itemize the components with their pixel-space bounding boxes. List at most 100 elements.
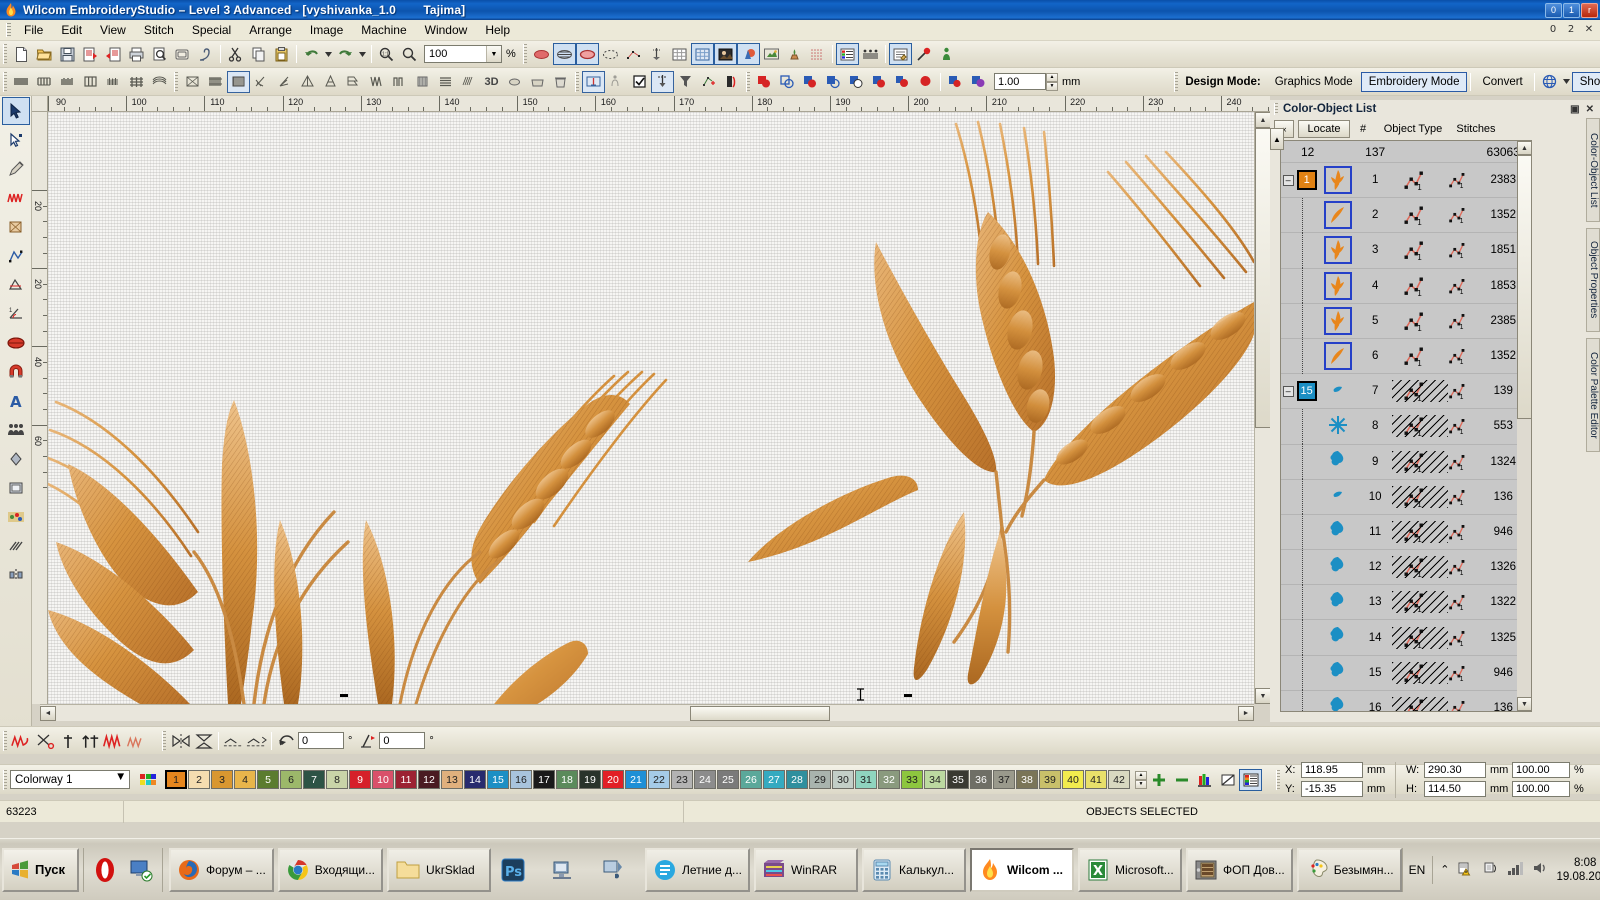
- back-minus-front-icon[interactable]: [868, 71, 891, 93]
- palette-swatch-25[interactable]: 25: [717, 770, 739, 789]
- print-icon[interactable]: [125, 43, 148, 65]
- skew-angle-field[interactable]: 0: [379, 732, 426, 749]
- object-row[interactable]: 5 1 1 2385: [1281, 303, 1531, 339]
- w-field[interactable]: 290.30: [1424, 762, 1486, 778]
- blue-small-icon[interactable]: [1326, 483, 1350, 510]
- panel-side-tabs[interactable]: Color-Object List Object Properties Colo…: [1586, 118, 1600, 458]
- sidetab-object-properties[interactable]: Object Properties: [1586, 228, 1600, 332]
- document-window-controls[interactable]: 0 2 ✕: [1545, 23, 1600, 37]
- scroll-left-button[interactable]: ◄: [40, 706, 56, 721]
- stitch-red2-icon[interactable]: [125, 730, 148, 752]
- multi-hoop-icon[interactable]: [859, 43, 882, 65]
- palette-swatch-10[interactable]: 10: [372, 770, 394, 789]
- object-thumbnail[interactable]: [1319, 413, 1359, 440]
- wheat-ear-icon[interactable]: [1324, 166, 1353, 195]
- tie-in-icon[interactable]: [56, 730, 79, 752]
- stipple-icon[interactable]: [457, 71, 480, 93]
- toolbar-grip-6[interactable]: [746, 71, 750, 92]
- object-row[interactable]: –1 1 1 1 2383: [1281, 163, 1531, 199]
- chevron-down-icon[interactable]: ▼: [115, 771, 129, 788]
- ellipse-filled-icon[interactable]: [575, 43, 599, 65]
- undo-dropdown-icon[interactable]: [323, 43, 334, 65]
- undo-icon[interactable]: [300, 43, 323, 65]
- zoom-level-value[interactable]: 100: [425, 48, 486, 60]
- zigzag-icon[interactable]: [365, 71, 388, 93]
- vertical-ruler[interactable]: 20 20 40 60: [32, 112, 48, 704]
- mirror-merge2-icon[interactable]: [245, 730, 268, 752]
- blue-star-icon[interactable]: [1326, 413, 1350, 440]
- row-tree-cell[interactable]: [1281, 514, 1319, 550]
- color-list-icon[interactable]: [1239, 768, 1262, 791]
- palette-swatch-12[interactable]: 12: [418, 770, 440, 789]
- intersect-icon[interactable]: [799, 71, 822, 93]
- stitch-view-icon[interactable]: [552, 43, 576, 65]
- menu-window[interactable]: Window: [416, 21, 477, 39]
- blue-flower-icon[interactable]: [1326, 448, 1350, 475]
- appliqué-icon[interactable]: [736, 43, 760, 65]
- object-thumbnail[interactable]: [1319, 448, 1359, 475]
- expand-collapse-toggle[interactable]: –: [1282, 385, 1294, 397]
- cross-stitch-icon[interactable]: [125, 71, 148, 93]
- menu-file[interactable]: File: [15, 21, 52, 39]
- figure-icon[interactable]: [605, 71, 628, 93]
- pen-tool[interactable]: [2, 155, 30, 183]
- mirror-h-icon[interactable]: [169, 730, 192, 752]
- zoom-icon[interactable]: [398, 43, 421, 65]
- color-palette[interactable]: 1 2 3 4 5 6 7 8 9 10 11 12 13 14 15 16 17 18 19 20 21 22 23 24 2…: [165, 770, 1131, 789]
- palette-swatch-14[interactable]: 14: [464, 770, 486, 789]
- arrow-up-icon[interactable]: ⌃: [1440, 863, 1449, 876]
- row-tree-cell[interactable]: [1281, 620, 1319, 656]
- taskbar-item[interactable]: WinRAR: [754, 847, 859, 892]
- triple-run-icon[interactable]: [33, 71, 56, 93]
- radial-icon[interactable]: [319, 71, 342, 93]
- wheat-spike-icon[interactable]: [1324, 306, 1353, 335]
- palette-swatch-34[interactable]: 34: [924, 770, 946, 789]
- palette-swatch-8[interactable]: 8: [326, 770, 348, 789]
- palette-stepper-down[interactable]: ▼: [1135, 779, 1147, 789]
- convert-button[interactable]: Convert: [1474, 72, 1530, 92]
- blue-flower5-icon[interactable]: [1326, 624, 1350, 651]
- taskbar-item[interactable]: [595, 848, 641, 892]
- color-object-list-icon[interactable]: [835, 43, 859, 65]
- thread-chart-icon[interactable]: [1193, 769, 1216, 791]
- row-tree-cell[interactable]: –15: [1281, 381, 1319, 402]
- rotate-angle-value[interactable]: 0: [302, 735, 308, 747]
- hoop2-icon[interactable]: [526, 71, 549, 93]
- quick-launch-bar[interactable]: [83, 847, 162, 892]
- language-indicator[interactable]: EN: [1409, 863, 1426, 877]
- canvas-vertical-scrollbar[interactable]: ▲ ▼: [1254, 112, 1271, 704]
- palette-swatch-42[interactable]: 42: [1108, 770, 1130, 789]
- row-tree-cell[interactable]: [1281, 549, 1319, 585]
- h-percent-field[interactable]: 100.00: [1512, 781, 1570, 797]
- scroll-up-button[interactable]: ▲: [1255, 112, 1271, 128]
- letter-a-icon[interactable]: A: [2, 387, 30, 415]
- 3d-icon[interactable]: 3D: [480, 71, 503, 93]
- list-scroll-down[interactable]: ▼: [1517, 697, 1531, 711]
- tatami-icon[interactable]: [79, 71, 102, 93]
- row-tree-cell[interactable]: [1281, 197, 1319, 233]
- stitch-player-icon[interactable]: [194, 43, 217, 65]
- object-row[interactable]: 13111322: [1281, 584, 1531, 621]
- palette-swatch-9[interactable]: 9: [349, 770, 371, 789]
- globe-dropdown-icon[interactable]: [1561, 71, 1572, 93]
- row-tree-cell[interactable]: [1281, 232, 1319, 268]
- list-scroll-up[interactable]: ▲: [1517, 141, 1531, 155]
- object-thumbnail[interactable]: [1319, 201, 1359, 230]
- palette-swatch-4[interactable]: 4: [234, 770, 256, 789]
- toolbar-grip[interactable]: [3, 44, 7, 64]
- colorway-combo[interactable]: Colorway 1 ▼: [10, 770, 130, 789]
- taskbar-item[interactable]: ФОП Дов...: [1186, 847, 1293, 892]
- object-row[interactable]: 3 1 1 1851: [1281, 232, 1531, 269]
- fill-stitch-icon[interactable]: [181, 71, 204, 93]
- vertical-scroll-thumb[interactable]: [1255, 128, 1271, 428]
- stepper-down[interactable]: ▼: [1046, 81, 1058, 91]
- blue-flower3-icon[interactable]: [1326, 554, 1350, 581]
- row-tree-cell[interactable]: [1281, 479, 1319, 515]
- mirror-icon[interactable]: [2, 561, 30, 589]
- blue-shape-icon[interactable]: [1326, 378, 1350, 405]
- panel-grip[interactable]: [1274, 103, 1278, 115]
- gradient-icon[interactable]: [2, 503, 30, 531]
- row-tree-cell[interactable]: [1281, 444, 1319, 480]
- palette-swatch-30[interactable]: 30: [832, 770, 854, 789]
- list-scroll-thumb[interactable]: [1517, 155, 1531, 419]
